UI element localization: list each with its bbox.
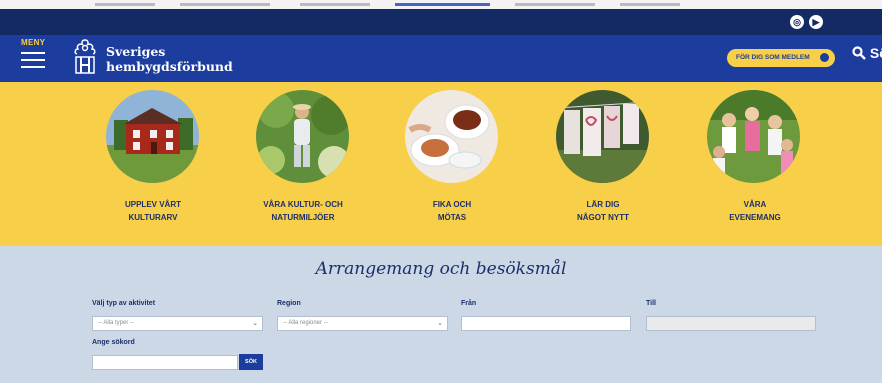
category-label: VÅRA EVENEMANG	[729, 200, 781, 222]
search-submit-button[interactable]: SÖK	[239, 354, 263, 370]
from-date-input[interactable]	[461, 316, 631, 331]
site-logo[interactable]: Sveriges hembygdsförbund	[68, 37, 240, 77]
to-date-label: Till	[646, 300, 656, 307]
keyword-input[interactable]	[92, 355, 238, 370]
textiles-photo	[556, 90, 649, 183]
menu-button[interactable]: MENY	[21, 38, 49, 76]
logo-emblem-icon	[74, 39, 96, 74]
activity-type-label: Välj typ av aktivitet	[92, 300, 156, 307]
to-date-input[interactable]	[646, 316, 816, 331]
category-label: UPPLEV VÅRT KULTURARV	[124, 200, 181, 222]
region-label: Region	[277, 300, 301, 307]
nature-person-photo	[256, 90, 349, 183]
from-date-label: Från	[461, 300, 477, 307]
activity-type-select[interactable]: -- Alla typer -- ⌄	[92, 316, 263, 331]
instagram-icon[interactable]: ◎	[790, 15, 804, 29]
red-house-photo	[106, 90, 199, 183]
category-label: LÄR DIG NÅGOT NYTT	[577, 200, 629, 222]
browser-strip	[0, 0, 882, 9]
menu-label: MENY	[21, 38, 46, 47]
member-button[interactable]: FÖR DIG SOM MEDLEM	[727, 49, 835, 67]
section-title: Arrangemang och besöksmål	[315, 259, 567, 279]
hamburger-icon	[21, 52, 45, 73]
top-bar	[0, 9, 882, 35]
user-icon	[820, 53, 829, 62]
chevron-down-icon: ⌄	[437, 320, 443, 327]
region-select[interactable]: -- Alla regioner -- ⌄	[277, 316, 448, 331]
brand-name-line2: hembygdsförbund	[106, 59, 233, 74]
category-label: VÅRA KULTUR- OCH NATURMILJÖER	[263, 200, 343, 222]
search-button[interactable]: Sö	[852, 45, 882, 69]
search-label: Sö	[869, 45, 882, 61]
children-photo	[707, 90, 800, 183]
category-label: FIKA OCH MÖTAS	[432, 200, 472, 222]
brand-name-line1: Sveriges	[106, 44, 166, 59]
search-icon	[852, 46, 866, 60]
coffee-cup-photo	[405, 90, 498, 183]
chevron-down-icon: ⌄	[252, 320, 258, 327]
member-button-label: FÖR DIG SOM MEDLEM	[736, 54, 810, 61]
keyword-label: Ange sökord	[92, 339, 135, 346]
youtube-icon[interactable]: ▶	[809, 15, 823, 29]
